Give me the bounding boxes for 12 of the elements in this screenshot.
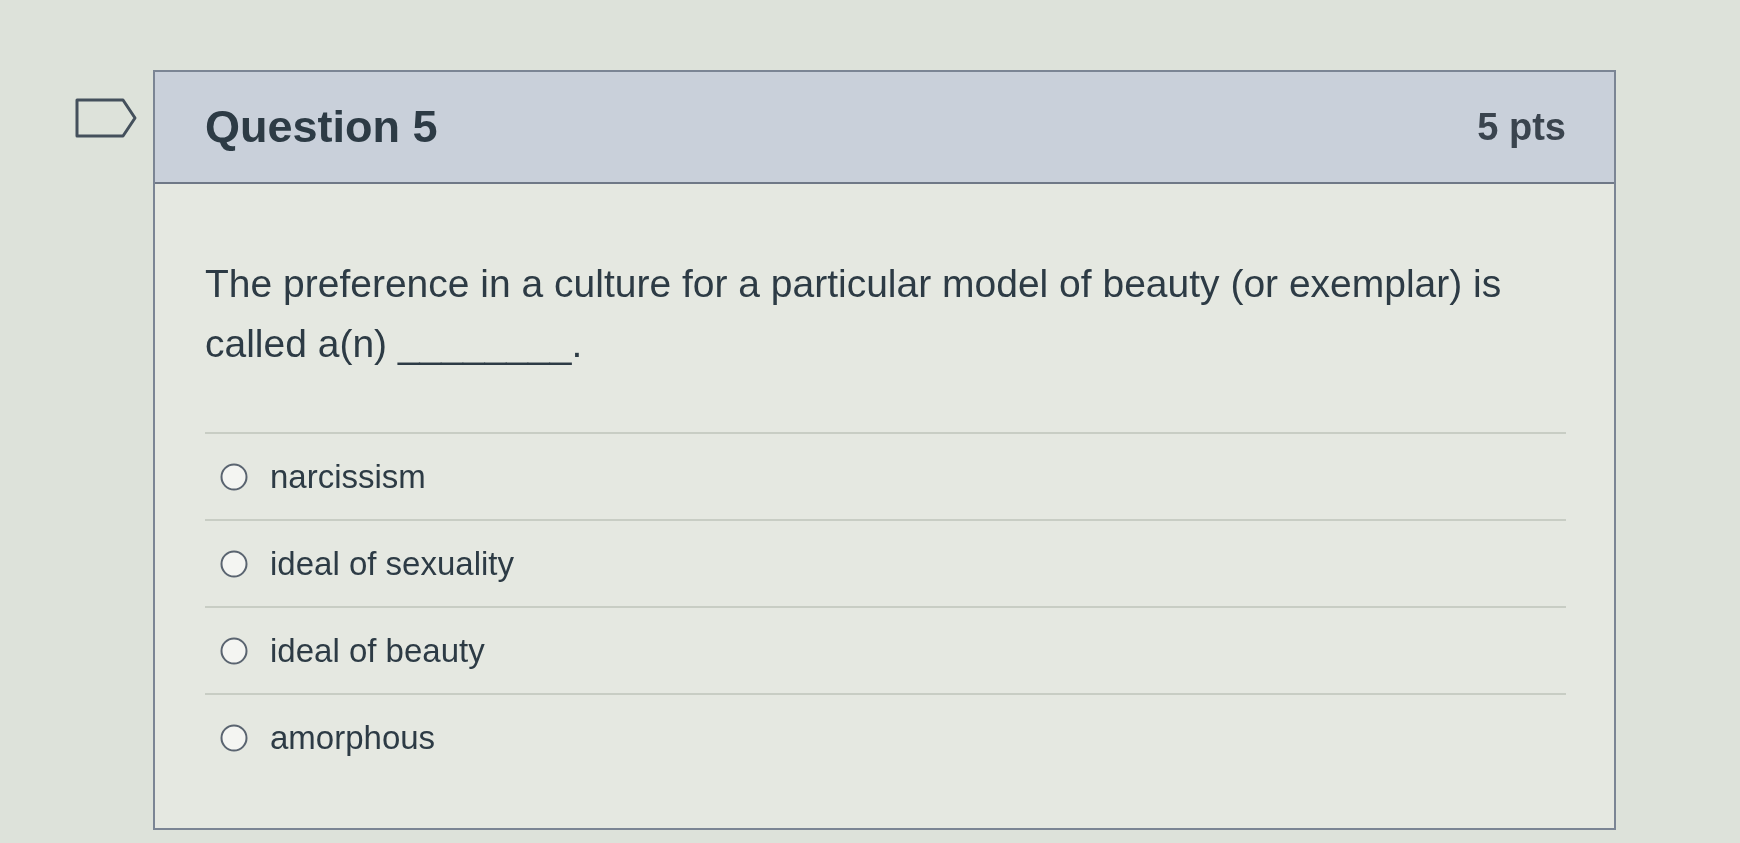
- points-label: 5 pts: [1477, 104, 1566, 150]
- flag-icon[interactable]: [75, 98, 137, 138]
- radio-button[interactable]: [220, 723, 248, 752]
- question-title: Question 5: [205, 100, 438, 155]
- radio-button[interactable]: [220, 549, 248, 578]
- radio-button[interactable]: [220, 462, 248, 491]
- answer-option[interactable]: narcissism: [270, 451, 426, 502]
- question-text: The preference in a culture for a particular model of beauty (or exemplar) is called a(n) ________.: [205, 261, 1503, 367]
- radio-button[interactable]: [220, 636, 248, 665]
- answer-option[interactable]: ideal of beauty: [270, 625, 485, 676]
- answer-option[interactable]: amorphous: [270, 712, 436, 763]
- answer-option[interactable]: ideal of sexuality: [270, 538, 514, 589]
